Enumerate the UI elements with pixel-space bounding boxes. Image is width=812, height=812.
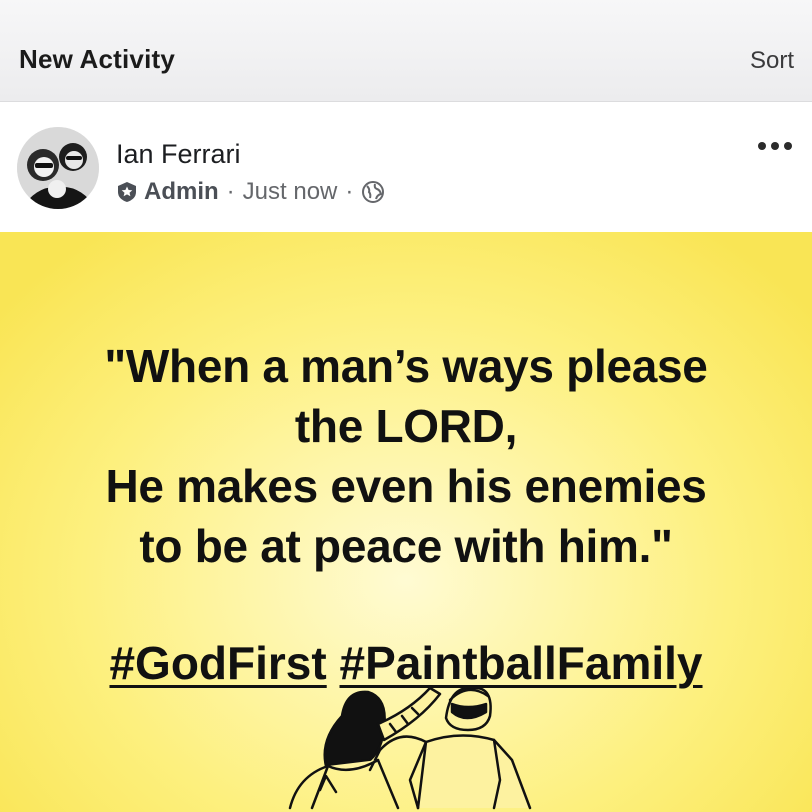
post-time[interactable]: Just now (243, 178, 338, 206)
quote-line: He makes even his enemies (105, 460, 707, 512)
admin-badge-icon (116, 181, 138, 203)
quote-line: the LORD, (294, 400, 518, 452)
author-avatar[interactable] (17, 127, 99, 209)
author-name[interactable]: Ian Ferrari (116, 139, 241, 170)
more-options-icon[interactable] (756, 130, 796, 160)
top-bar: New Activity Sort (0, 0, 812, 102)
quote-line: "When a man’s ways please (104, 340, 708, 392)
quote-line: to be at peace with him." (139, 520, 673, 572)
post-meta: Admin · Just now · (116, 178, 385, 206)
role-label: Admin (144, 178, 219, 205)
post-image[interactable]: "When a man’s ways please the LORD, He m… (0, 232, 812, 812)
page-title: New Activity (19, 44, 176, 74)
meta-separator: · (226, 178, 235, 205)
quote-text: "When a man’s ways please the LORD, He m… (0, 336, 812, 576)
globe-icon (361, 180, 385, 204)
people-illustration (288, 686, 532, 810)
post-header: Ian Ferrari Admin · Just now · (0, 102, 812, 232)
meta-separator-2: · (345, 178, 354, 205)
sort-button[interactable]: Sort (750, 47, 794, 75)
